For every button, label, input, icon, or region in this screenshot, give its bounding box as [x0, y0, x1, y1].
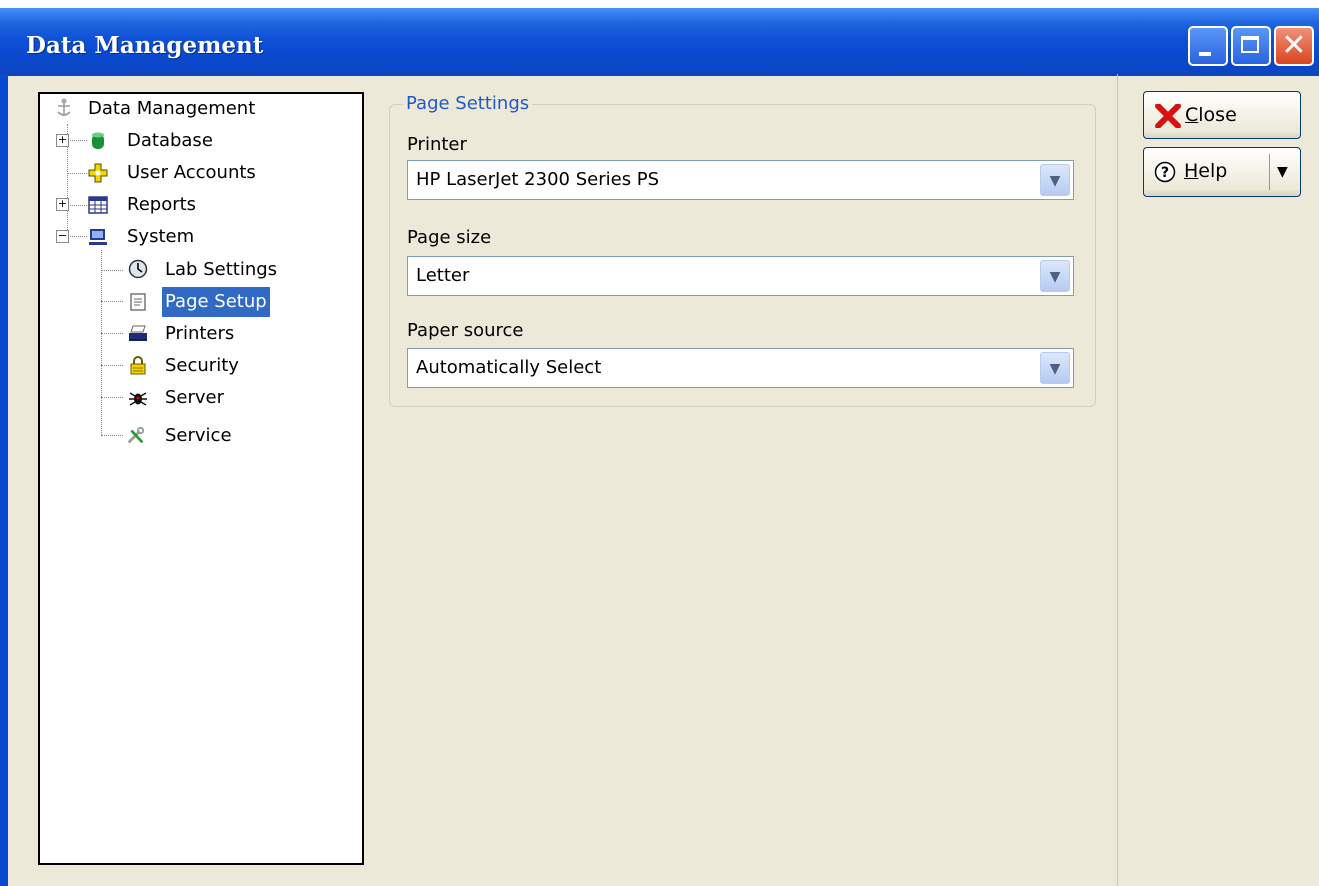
reports-grid-icon: [88, 196, 108, 214]
minimize-button[interactable]: [1188, 26, 1228, 66]
close-mnemonic: C: [1185, 104, 1199, 126]
tools-icon: [127, 426, 145, 444]
tree-item-reports[interactable]: + Reports: [40, 190, 360, 220]
printer-label: Printer: [407, 134, 467, 155]
tree-item-system[interactable]: − System: [40, 222, 360, 252]
clock-icon: [128, 259, 148, 279]
tree-item-service[interactable]: Service: [40, 421, 360, 451]
help-button-label: Help: [1184, 148, 1227, 194]
computer-icon: [89, 229, 107, 245]
lock-icon: [130, 356, 146, 375]
anchor-icon: [57, 98, 71, 116]
window-close-button[interactable]: ✕: [1274, 26, 1314, 66]
paper-source-select[interactable]: Automatically Select ▼: [407, 348, 1074, 388]
close-x-icon: ✕: [1281, 28, 1307, 63]
close-rest: lose: [1198, 104, 1237, 126]
page-size-label: Page size: [407, 227, 492, 248]
expand-toggle[interactable]: +: [56, 134, 69, 147]
help-mnemonic: H: [1184, 160, 1199, 182]
page-icon: [130, 293, 146, 311]
help-button[interactable]: ? Help ▼: [1143, 147, 1301, 197]
expand-toggle[interactable]: +: [56, 198, 69, 211]
chevron-down-icon[interactable]: ▼: [1040, 164, 1070, 196]
tree-item-lab-settings[interactable]: Lab Settings: [40, 255, 360, 285]
user-accounts-icon: [88, 163, 108, 183]
tree-item-label: Security: [165, 355, 239, 376]
tree-item-data-management[interactable]: Data Management: [40, 94, 360, 124]
bug-icon: [129, 392, 147, 406]
paper-source-value: Automatically Select: [416, 357, 602, 378]
tree-item-printers[interactable]: Printers: [40, 319, 360, 349]
tree-item-label: Page Setup: [162, 287, 270, 317]
help-icon: ?: [1154, 161, 1176, 183]
tree-item-page-setup[interactable]: Page Setup: [40, 287, 360, 317]
panel-separator: [1117, 74, 1118, 886]
window-left-border: [0, 74, 8, 886]
navigation-tree[interactable]: Data Management + Database User Accounts…: [38, 92, 364, 865]
tree-item-label: Service: [165, 425, 232, 446]
tree-item-server[interactable]: Server: [40, 383, 360, 413]
tree-item-label: Database: [127, 130, 213, 151]
tree-item-label: Reports: [127, 194, 197, 215]
svg-text:?: ?: [1161, 165, 1169, 181]
tree-item-label: Lab Settings: [165, 259, 278, 280]
title-bar[interactable]: Data Management ✕: [0, 8, 1319, 76]
collapse-toggle[interactable]: −: [56, 230, 69, 243]
close-button[interactable]: Close: [1143, 91, 1301, 139]
paper-source-label: Paper source: [407, 320, 524, 341]
tree-item-security[interactable]: Security: [40, 351, 360, 381]
tree-item-label: User Accounts: [127, 162, 256, 183]
chevron-down-icon[interactable]: ▼: [1040, 352, 1070, 384]
tree-item-database[interactable]: + Database: [40, 126, 360, 156]
tree-item-label: Server: [165, 387, 225, 408]
tree-item-label: Printers: [165, 323, 235, 344]
printer-select[interactable]: HP LaserJet 2300 Series PS ▼: [407, 160, 1074, 200]
maximize-button[interactable]: [1231, 26, 1271, 66]
tree-item-label: Data Management: [88, 98, 256, 119]
page-size-select[interactable]: Letter ▼: [407, 256, 1074, 296]
chevron-down-icon[interactable]: ▼: [1040, 260, 1070, 292]
help-split-divider: [1269, 154, 1270, 190]
help-rest: elp: [1198, 160, 1228, 182]
maximize-icon: [1241, 36, 1259, 53]
minimize-icon: [1199, 52, 1211, 56]
window-title: Data Management: [26, 32, 264, 59]
close-button-label: Close: [1185, 92, 1237, 138]
titlebar-top-edge: [0, 0, 1319, 8]
page-size-value: Letter: [416, 265, 470, 286]
printer-value: HP LaserJet 2300 Series PS: [416, 169, 660, 190]
tree-item-label: System: [127, 226, 195, 247]
printer-icon: [129, 325, 147, 341]
page-settings-legend: Page Settings: [403, 92, 533, 116]
close-icon: [1155, 104, 1181, 128]
database-icon: [92, 132, 104, 149]
dropdown-arrow-icon[interactable]: ▼: [1277, 148, 1288, 196]
data-management-window: Data Management ✕ Data Management + Data…: [0, 0, 1319, 886]
tree-item-user-accounts[interactable]: User Accounts: [40, 158, 360, 188]
